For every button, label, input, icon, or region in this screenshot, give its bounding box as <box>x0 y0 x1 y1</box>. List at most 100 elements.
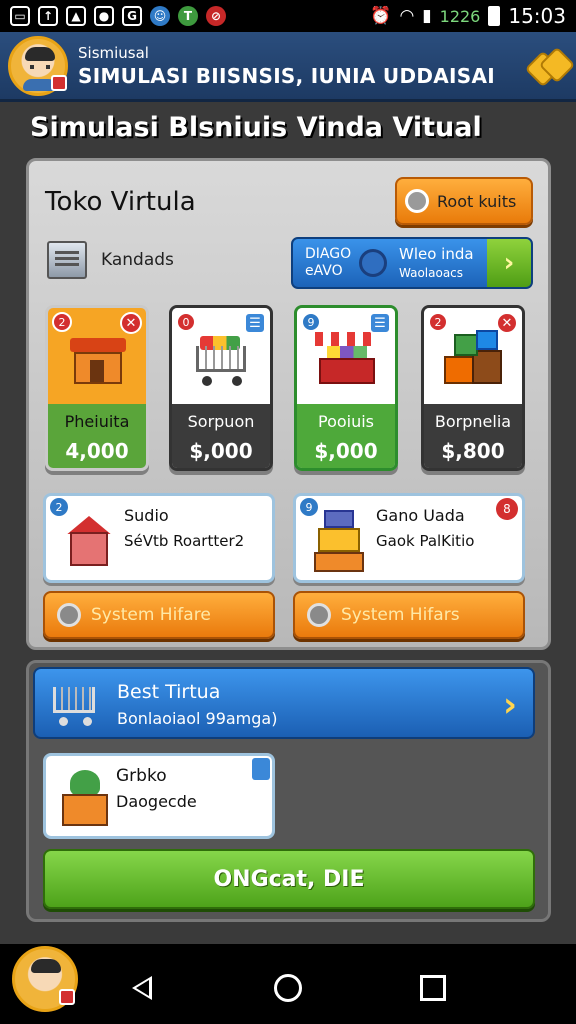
navigation-bar <box>0 944 576 1024</box>
upload-icon: ↑ <box>38 6 58 26</box>
list-icon[interactable]: ☰ <box>369 312 391 334</box>
app-header: Sismiusal SIMULASI BIISNSIS, IUNIA UDDAI… <box>0 32 576 102</box>
info-card-subtitle: SéVtb Roartter2 <box>124 532 245 550</box>
card-number-badge: 9 <box>301 312 321 332</box>
gift-title: Grbko <box>116 766 167 786</box>
header-title: SIMULASI BIISNSIS, IUNIA UDDAISAI <box>78 63 495 88</box>
app-icon: G <box>122 6 142 26</box>
reset-button-label: Root kuits <box>437 191 517 211</box>
cart-icon <box>190 332 254 386</box>
best-seller-button[interactable]: Best Tirtua Bonlaoiaol 99amga) › <box>33 667 535 739</box>
info-card[interactable]: 2 Sudio SéVtb Roartter2 <box>43 493 275 583</box>
promo-right-line2: Waolaoacs <box>399 265 464 280</box>
system-indicators: ⏰ ◠ ▮ 1226 15:03 <box>370 4 566 28</box>
gear-icon <box>405 189 429 213</box>
card-number-badge: 2 <box>50 498 68 516</box>
create-button[interactable]: ONGcat, DIE <box>43 849 535 909</box>
reset-button[interactable]: Root kuits <box>395 177 533 225</box>
machine-label: Kandads <box>101 250 174 270</box>
recent-apps-icon[interactable] <box>420 975 446 1001</box>
image-icon: ▲ <box>66 6 86 26</box>
app-green-icon: T <box>178 6 198 26</box>
product-name: Pooiuis <box>317 412 375 431</box>
header-text: Sismiusal SIMULASI BIISNSIS, IUNIA UDDAI… <box>78 44 495 88</box>
best-subtitle: Bonlaoiaol 99amga) <box>117 709 278 728</box>
info-card-title: Gano Uada <box>376 506 465 525</box>
card-number-badge: 2 <box>52 312 72 332</box>
info-card-subtitle: Gaok PalKitio <box>376 532 475 550</box>
face-icon: ☺ <box>150 6 170 26</box>
product-card[interactable]: 2 ✕ Borpnelia $,800 <box>421 305 525 471</box>
product-price: $,000 <box>314 439 378 463</box>
gift-subtitle: Daogecde <box>116 792 197 811</box>
target-icon <box>359 249 387 277</box>
product-info: Pheiuita 4,000 <box>48 404 146 468</box>
header-subtitle: Sismiusal <box>78 43 149 62</box>
list-icon[interactable]: ☰ <box>244 312 266 334</box>
building-icon <box>314 510 364 574</box>
promo-left-line1: DIAGO <box>305 246 352 262</box>
info-card-title: Sudio <box>124 506 169 525</box>
clock: 15:03 <box>508 4 566 28</box>
shop-icon <box>70 338 126 384</box>
product-name: Sorpuon <box>187 412 255 431</box>
gift-card[interactable]: Grbko Daogecde <box>43 753 275 839</box>
machine-icon <box>47 241 87 279</box>
promo-right-text: Wleo inda Waolaoacs <box>399 245 474 282</box>
wifi-icon: ◠ <box>399 6 415 26</box>
close-icon[interactable]: ✕ <box>496 312 518 334</box>
machine-row[interactable]: Kandads <box>47 241 174 279</box>
profile-avatar[interactable] <box>8 35 68 96</box>
product-name: Borpnelia <box>434 412 512 431</box>
promo-button[interactable]: DIAGO eAVO Wleo inda Waolaoacs › <box>291 237 533 289</box>
system-button-label: System Hifare <box>91 605 211 625</box>
achievement-icon[interactable] <box>528 46 568 86</box>
system-button[interactable]: System Hifare <box>43 591 275 639</box>
home-icon[interactable] <box>274 974 302 1002</box>
avatar-badge-icon <box>51 74 67 91</box>
product-info: Borpnelia $,800 <box>424 404 522 468</box>
store-title: Toko Virtula <box>45 187 196 217</box>
product-info: Sorpuon $,000 <box>172 404 270 468</box>
product-price: $,000 <box>189 439 253 463</box>
wrench-icon <box>307 603 331 627</box>
chevron-right-icon[interactable]: › <box>487 239 531 287</box>
battery-icon <box>488 6 501 26</box>
system-button-label: System Hifars <box>341 605 460 625</box>
avatar-hair <box>25 46 55 61</box>
product-card[interactable]: 2 ✕ Pheiuita 4,000 <box>45 305 149 471</box>
info-card[interactable]: 9 8 Gano Uada Gaok PalKitio <box>293 493 525 583</box>
product-card[interactable]: 9 ☰ Pooiuis $,000 <box>294 305 398 471</box>
best-title: Best Tirtua <box>117 681 221 703</box>
notification-icons: ▭ ↑ ▲ ● G ☺ T ⊘ <box>10 6 226 26</box>
promo-left-text: DIAGO eAVO <box>293 246 357 280</box>
bookmark-icon <box>252 758 270 780</box>
status-bar: ▭ ↑ ▲ ● G ☺ T ⊘ ⏰ ◠ ▮ 1226 15:03 <box>0 0 576 32</box>
promo-left-line2: eAVO <box>305 263 343 279</box>
card-number-badge: 0 <box>176 312 196 332</box>
notification-badge: 8 <box>496 498 518 520</box>
avatar-badge-icon <box>59 989 75 1005</box>
message-icon: ▭ <box>10 6 30 26</box>
market-stall-icon <box>315 332 379 388</box>
close-icon[interactable]: ✕ <box>120 312 142 334</box>
product-price: 4,000 <box>65 439 129 463</box>
product-name: Pheiuita <box>64 412 130 431</box>
avatar-hair <box>31 959 61 973</box>
system-button[interactable]: System Hifars <box>293 591 525 639</box>
product-card[interactable]: 0 ☰ Sorpuon $,000 <box>169 305 273 471</box>
app-red-icon: ⊘ <box>206 6 226 26</box>
alarm-icon: ⏰ <box>370 6 392 26</box>
store-panel: Toko Virtula Root kuits Kandads DIAGO eA… <box>26 158 551 650</box>
drop-icon: ● <box>94 6 114 26</box>
page-title: Simulasi Blsniuis Vinda Vitual <box>30 112 482 143</box>
card-number-badge: 2 <box>428 312 448 332</box>
signal-icon: ▮ <box>422 6 432 26</box>
chevron-right-icon: › <box>502 685 517 725</box>
profile-avatar[interactable] <box>12 946 78 1012</box>
promo-right-line1: Wleo inda <box>399 244 474 263</box>
house-icon <box>62 516 116 568</box>
back-icon[interactable] <box>132 976 152 1000</box>
blocks-icon <box>444 330 506 388</box>
gift-box-icon <box>60 770 110 828</box>
